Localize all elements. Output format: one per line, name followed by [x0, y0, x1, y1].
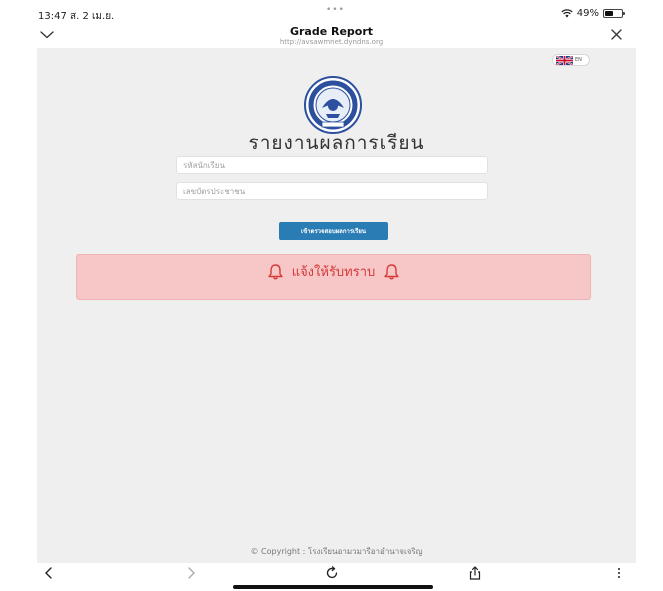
check-grades-button[interactable]: เข้าตรวจสอบผลการเรียน	[279, 222, 388, 240]
uk-flag-icon	[556, 55, 573, 65]
more-icon[interactable]	[612, 566, 626, 580]
student-id-input[interactable]	[176, 156, 488, 174]
forward-icon[interactable]	[184, 566, 198, 580]
copyright-footer: © Copyright : โรงเรียนอามวมารีอาอำนาจเจร…	[250, 547, 423, 556]
share-icon[interactable]	[468, 566, 482, 580]
back-icon[interactable]	[42, 566, 56, 580]
reload-icon[interactable]	[325, 566, 339, 580]
home-indicator[interactable]	[233, 585, 433, 589]
alert-text: แจ้งให้รับทราบ	[291, 265, 376, 280]
language-switch-button[interactable]: EN	[552, 54, 590, 66]
notice-alert[interactable]: แจ้งให้รับทราบ	[76, 254, 591, 300]
bell-icon	[267, 264, 283, 280]
language-label: EN	[575, 57, 582, 63]
bell-icon	[384, 264, 399, 280]
browser-header: Grade Report http://avsawmnet.dyndns.org	[0, 22, 663, 48]
battery-icon	[603, 9, 625, 18]
status-bar: 13:47 ส. 2 เม.ย. ••• 49%	[0, 0, 663, 22]
close-icon[interactable]	[611, 29, 622, 40]
page-url: http://avsawmnet.dyndns.org	[279, 38, 384, 46]
page-title-header: Grade Report	[289, 25, 374, 38]
status-right: 49%	[561, 8, 625, 19]
alert-content: แจ้งให้รับทราบ	[77, 261, 590, 282]
multitask-dots[interactable]: •••	[326, 5, 345, 15]
web-page: EN รายงานผลการเรียน เข้าตรวจสอบผลการเรีย…	[37, 48, 636, 563]
id-card-input[interactable]	[176, 182, 488, 200]
battery-percent: 49%	[576, 8, 599, 19]
report-title: รายงานผลการเรียน	[248, 132, 425, 154]
wifi-icon	[561, 9, 573, 18]
browser-window: 13:47 ส. 2 เม.ย. ••• 49% Grade Report ht…	[0, 0, 663, 591]
bottom-toolbar	[0, 563, 663, 591]
